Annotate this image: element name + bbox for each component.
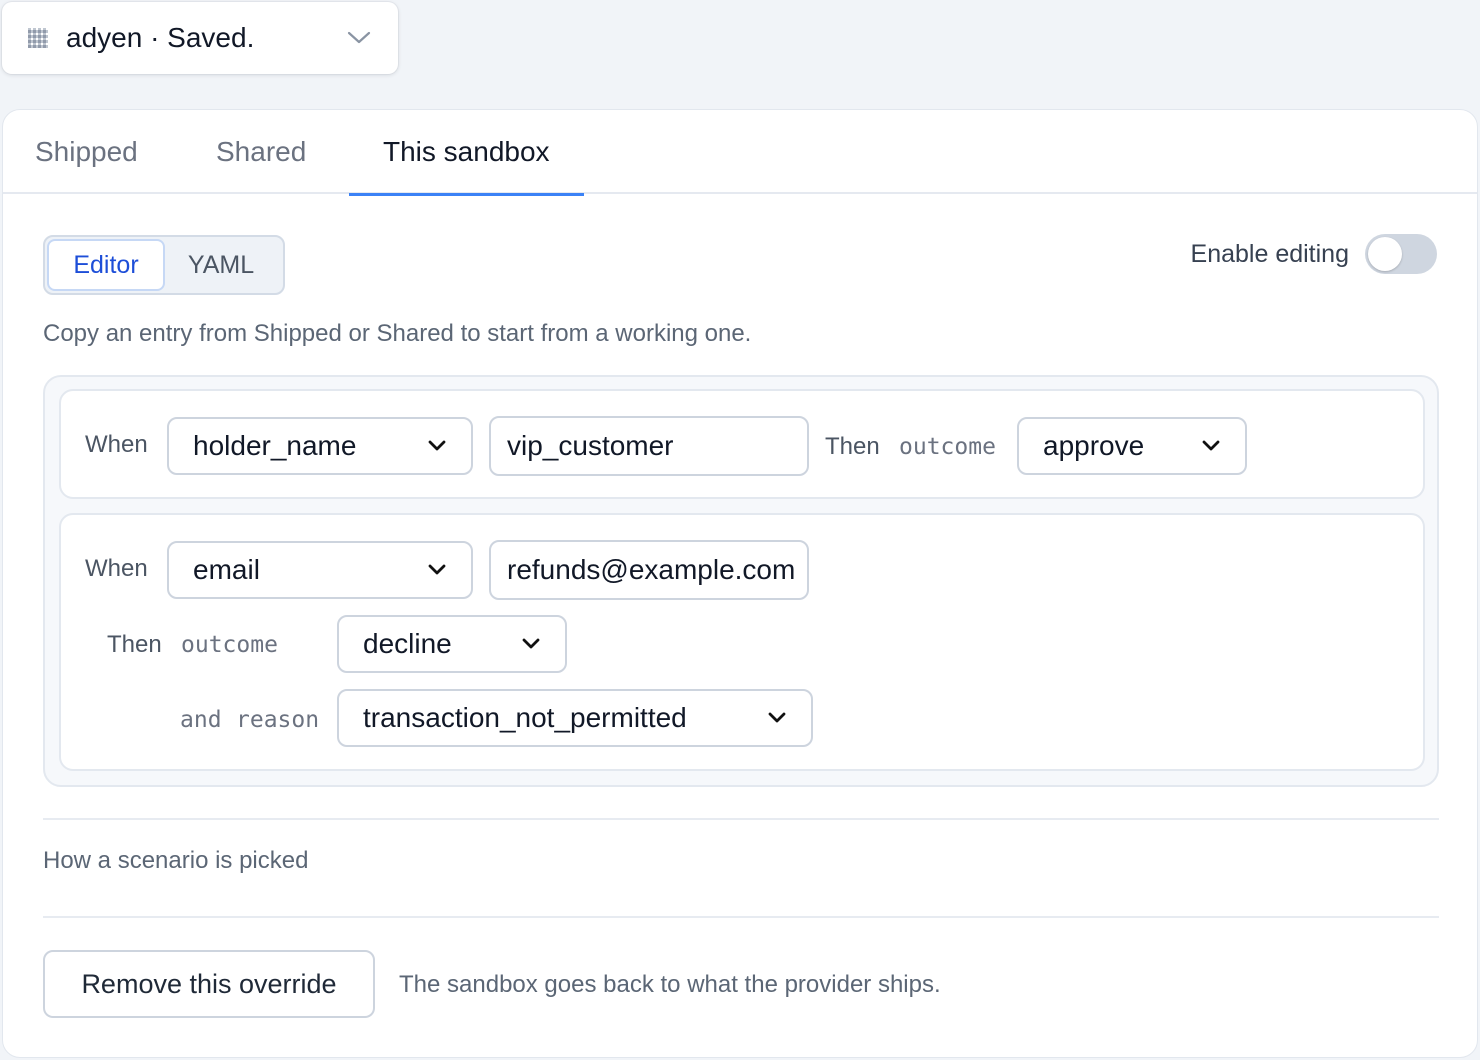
tab-bar: Shipped Shared This sandbox: [3, 110, 1477, 196]
outcome-select[interactable]: approve: [1017, 417, 1247, 475]
remove-override-note: The sandbox goes back to what the provid…: [399, 971, 941, 998]
project-picker[interactable]: adyen · Saved.: [2, 2, 398, 74]
section-divider: [43, 818, 1439, 820]
remove-override-button[interactable]: Remove this override: [43, 950, 375, 1018]
enable-editing-row: Enable editing: [1191, 234, 1437, 274]
section-divider: [43, 916, 1439, 918]
grid-icon: [28, 28, 48, 48]
value-input[interactable]: refunds@example.com: [489, 540, 809, 600]
then-label: Then: [107, 631, 162, 658]
tab-shipped[interactable]: Shipped: [35, 110, 138, 194]
when-label: When: [85, 431, 148, 458]
chevron-down-icon[interactable]: [346, 25, 372, 51]
tab-this-sandbox[interactable]: This sandbox: [349, 110, 584, 196]
chevron-down-icon: [427, 560, 447, 580]
field-select-value: holder_name: [193, 430, 357, 461]
rules-list: When holder_name vip_customer Then outco…: [43, 375, 1439, 787]
field-select[interactable]: holder_name: [167, 417, 473, 475]
picker-label: adyen · Saved.: [66, 22, 255, 53]
yaml-mode-button[interactable]: YAML: [165, 239, 277, 291]
editor-mode-button[interactable]: Editor: [47, 239, 165, 291]
chevron-down-icon: [1201, 436, 1221, 456]
chevron-down-icon: [427, 436, 447, 456]
value-input[interactable]: vip_customer: [489, 416, 809, 476]
rule-item: When email refunds@example.com Then outc…: [59, 513, 1425, 771]
enable-editing-toggle[interactable]: [1365, 234, 1437, 274]
field-select[interactable]: email: [167, 541, 473, 599]
then-label: Then: [825, 433, 880, 460]
outcome-label: outcome: [899, 434, 996, 460]
toggle-knob: [1368, 237, 1402, 271]
outcome-select-value: approve: [1043, 430, 1145, 461]
chevron-down-icon: [521, 634, 541, 654]
and-label: and: [180, 707, 222, 733]
scenario-section-toggle[interactable]: How a scenario is picked: [43, 847, 308, 875]
tab-shared[interactable]: Shared: [216, 110, 306, 194]
outcome-label: outcome: [181, 632, 278, 658]
reason-select-value: transaction_not_permitted: [363, 702, 687, 733]
copy-hint: Copy an entry from Shipped or Shared to …: [43, 320, 752, 347]
rule-item: When holder_name vip_customer Then outco…: [59, 389, 1425, 499]
chevron-down-icon: [767, 708, 787, 728]
overrides-card: Shipped Shared This sandbox Editor YAML …: [2, 109, 1478, 1058]
outcome-select[interactable]: decline: [337, 615, 567, 673]
reason-label: reason: [236, 707, 320, 733]
outcome-select-value: decline: [363, 628, 452, 659]
field-select-value: email: [193, 554, 260, 585]
mode-switch: Editor YAML: [43, 235, 285, 295]
enable-editing-label: Enable editing: [1190, 239, 1349, 268]
reason-select[interactable]: transaction_not_permitted: [337, 689, 813, 747]
when-label: When: [85, 555, 148, 582]
